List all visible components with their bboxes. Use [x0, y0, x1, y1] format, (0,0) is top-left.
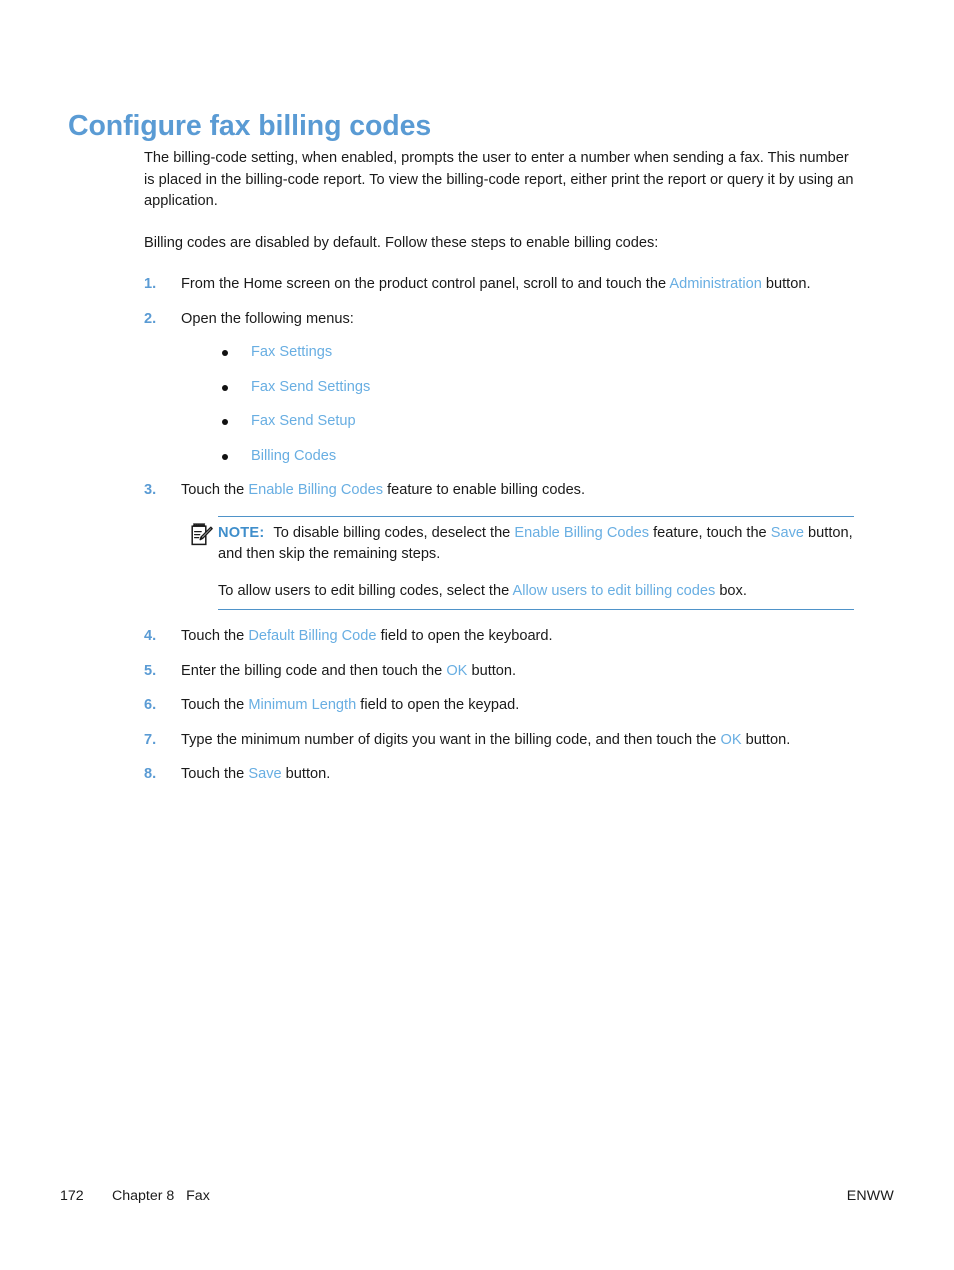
- step-number: 8.: [144, 766, 157, 782]
- step-text-before: Touch the: [181, 766, 249, 782]
- page-content: The billing-code setting, when enabled, …: [144, 148, 854, 799]
- menu-item-fax-send-settings[interactable]: Fax Send Settings: [251, 379, 370, 395]
- document-page: Configure fax billing codes The billing-…: [0, 0, 954, 1270]
- bullet-dot-icon: [222, 453, 228, 460]
- note-text-part-5: box.: [715, 582, 747, 599]
- step-item-5: 5. Enter the billing code and then touch…: [144, 661, 854, 683]
- footer-left-group: 172 Chapter 8 Fax: [60, 1188, 210, 1204]
- step-item-2: 2. Open the following menus: Fax Setting…: [144, 309, 854, 468]
- note-line-1: NOTE: To disable billing codes, deselect …: [218, 523, 854, 566]
- step-text-before: Type the minimum number of digits you wa…: [181, 731, 721, 748]
- page-footer: 172 Chapter 8 Fax ENWW: [60, 1188, 894, 1212]
- footer-chapter-label: Chapter 8 Fax: [112, 1188, 210, 1204]
- note-line-2: To allow users to edit billing codes, se…: [218, 581, 854, 603]
- steps-list: 1. From the Home screen on the product c…: [144, 274, 854, 786]
- step-number: 1.: [144, 276, 157, 292]
- footer-page-number: 172: [60, 1188, 84, 1204]
- step-item-3: 3. Touch the Enable Billing Codes featur…: [144, 480, 854, 610]
- list-item: Fax Settings: [181, 342, 854, 364]
- ui-term-allow-users-to-edit-billing-codes[interactable]: Allow users to edit billing codes: [512, 583, 715, 599]
- list-item: Billing Codes: [181, 446, 854, 468]
- step-text-after: field to open the keypad.: [356, 697, 520, 713]
- note-label: NOTE:: [218, 524, 265, 541]
- step-text-before: From the Home screen on the product cont…: [181, 276, 670, 292]
- ui-term-enable-billing-codes[interactable]: Enable Billing Codes: [248, 482, 383, 498]
- note-text-part-1: To disable billing codes, deselect the: [273, 524, 515, 541]
- step-number: 5.: [144, 662, 157, 679]
- step-text-before: Open the following menus:: [181, 310, 354, 327]
- footer-right-label: ENWW: [846, 1188, 894, 1204]
- step-text-before: Touch the: [181, 628, 249, 644]
- step-item-6: 6. Touch the Minimum Length field to ope…: [144, 695, 854, 717]
- ui-term-minimum-length[interactable]: Minimum Length: [248, 697, 356, 713]
- step-text: Type the minimum number of digits you wa…: [181, 730, 854, 752]
- step-text-before: Touch the: [181, 482, 249, 498]
- step-item-1: 1. From the Home screen on the product c…: [144, 274, 854, 296]
- intro-paragraph-1: The billing-code setting, when enabled, …: [144, 150, 854, 209]
- intro-paragraph-2: Billing codes are disabled by default. F…: [144, 234, 659, 251]
- step-number: 6.: [144, 697, 157, 713]
- menu-item-fax-settings[interactable]: Fax Settings: [251, 344, 332, 360]
- ui-term-save[interactable]: Save: [248, 766, 281, 782]
- step-text-before: Enter the billing code and then touch th…: [181, 662, 447, 679]
- note-text-part-2: feature, touch the: [649, 524, 771, 541]
- ui-term-administration[interactable]: Administration: [669, 276, 761, 292]
- step-text-after: button.: [761, 276, 811, 292]
- note-pencil-icon: [191, 522, 213, 547]
- step-number: 7.: [144, 731, 157, 748]
- note-body: NOTE: To disable billing codes, deselect …: [218, 515, 854, 610]
- step-item-7: 7. Type the minimum number of digits you…: [144, 730, 854, 752]
- step-item-4: 4. Touch the Default Billing Code field …: [144, 626, 854, 648]
- step-text-after: feature to enable billing codes.: [383, 482, 586, 498]
- ui-term-ok[interactable]: OK: [720, 732, 741, 748]
- ui-term-enable-billing-codes[interactable]: Enable Billing Codes: [514, 525, 649, 541]
- ui-term-ok[interactable]: OK: [446, 663, 467, 679]
- menu-item-fax-send-setup[interactable]: Fax Send Setup: [251, 413, 356, 429]
- step-text: Touch the Default Billing Code field to …: [181, 626, 854, 648]
- bullet-dot-icon: [222, 384, 228, 391]
- note-admonition: NOTE: To disable billing codes, deselect …: [181, 515, 854, 610]
- step-text: Touch the Minimum Length field to open t…: [181, 695, 854, 717]
- step-text: From the Home screen on the product cont…: [181, 274, 854, 296]
- list-item: Fax Send Settings: [181, 377, 854, 399]
- step-text: Touch the Save button.: [181, 764, 854, 786]
- step-text-after: button.: [467, 662, 517, 679]
- ui-term-save[interactable]: Save: [771, 525, 804, 541]
- list-item: Fax Send Setup: [181, 411, 854, 433]
- bullet-dot-icon: [222, 350, 228, 356]
- page-title: Configure fax billing codes: [68, 110, 432, 143]
- step-number: 3.: [144, 482, 157, 498]
- bullet-dot-icon: [222, 419, 228, 425]
- step-text-after: button.: [281, 766, 331, 782]
- step-text-after: button.: [741, 731, 791, 748]
- step-number: 2.: [144, 310, 157, 327]
- ui-term-default-billing-code[interactable]: Default Billing Code: [248, 628, 376, 644]
- menu-item-billing-codes[interactable]: Billing Codes: [251, 448, 336, 464]
- note-text-part-4: To allow users to edit billing codes, se…: [218, 582, 513, 599]
- step-text: Enter the billing code and then touch th…: [181, 661, 854, 683]
- step-text-before: Touch the: [181, 697, 249, 713]
- step-number: 4.: [144, 628, 157, 644]
- step-text-after: field to open the keyboard.: [376, 628, 553, 644]
- step-item-8: 8. Touch the Save button.: [144, 764, 854, 786]
- step-text: Touch the Enable Billing Codes feature t…: [181, 480, 854, 502]
- menu-bullet-list: Fax Settings Fax Send Settings Fax Send …: [181, 342, 854, 467]
- step-text: Open the following menus:: [181, 309, 854, 331]
